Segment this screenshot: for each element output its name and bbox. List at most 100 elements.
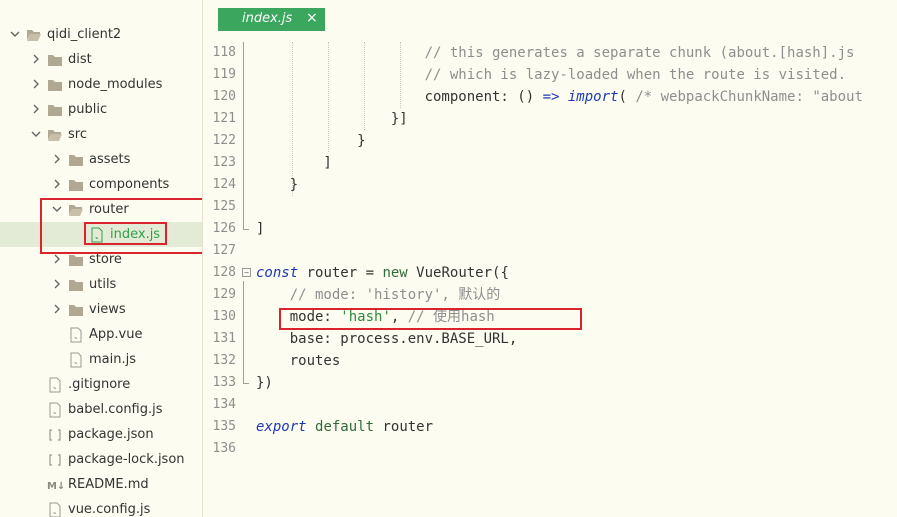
code-line[interactable]: 118 // this generates a separate chunk (… — [203, 42, 897, 64]
line-number: 122 — [212, 133, 236, 148]
file-icon — [68, 352, 84, 368]
tree-file[interactable]: babel.config.js — [0, 397, 202, 422]
tree-item-label: qidi_client2 — [47, 27, 122, 42]
tree-folder[interactable]: src — [0, 122, 202, 147]
chevron-right-icon[interactable] — [52, 179, 62, 189]
code-line[interactable]: 128− const router = new VueRouter({ — [203, 262, 897, 284]
line-number: 131 — [212, 331, 236, 346]
tree-item-label: assets — [89, 152, 131, 167]
tree-folder[interactable]: utils — [0, 272, 202, 297]
file-explorer-sidebar: qidi_client2dist node_modules public src ass… — [0, 0, 203, 517]
code-text: ] — [256, 221, 265, 237]
file-icon — [47, 502, 63, 517]
code-line[interactable]: 122 } — [203, 130, 897, 152]
code-line[interactable]: 133}) — [203, 372, 897, 394]
tree-item-label: .gitignore — [68, 377, 131, 392]
tree-item-label: index.js — [110, 227, 161, 242]
code-line[interactable]: 129 // mode: 'history', 默认的 — [203, 284, 897, 306]
line-number: 135 — [212, 419, 236, 434]
chevron-right-icon[interactable] — [52, 279, 62, 289]
line-number: 120 — [212, 89, 236, 104]
code-text: } — [256, 177, 299, 193]
chevron-right-icon[interactable] — [31, 104, 41, 114]
tree-file[interactable]: package-lock.json — [0, 447, 202, 472]
code-text: base: process.env.BASE_URL, — [256, 331, 518, 347]
tree-item-label: vue.config.js — [68, 502, 151, 517]
code-area[interactable]: 118 // this generates a separate chunk (… — [203, 42, 897, 517]
code-line[interactable]: 127 — [203, 240, 897, 262]
tree-file[interactable]: package.json — [0, 422, 202, 447]
file-icon — [47, 402, 63, 418]
line-number: 125 — [212, 199, 236, 214]
tree-folder[interactable]: public — [0, 97, 202, 122]
code-editor: index.js × 118 // this generates a separ… — [203, 0, 897, 517]
code-line[interactable]: 120 component: () => import( /* webpackC… — [203, 86, 897, 108]
tree-folder[interactable]: node_modules — [0, 72, 202, 97]
code-line[interactable]: 136 — [203, 438, 897, 460]
fold-toggle-icon[interactable]: − — [242, 268, 251, 277]
tree-file[interactable]: index.js — [0, 222, 202, 247]
folder-icon — [68, 252, 84, 268]
code-line[interactable]: 119 // which is lazy-loaded when the rou… — [203, 64, 897, 86]
tree-item-label: src — [68, 127, 87, 142]
tree-file[interactable]: main.js — [0, 347, 202, 372]
code-text: // mode: 'history', 默认的 — [289, 287, 501, 303]
tree-folder[interactable]: views — [0, 297, 202, 322]
chevron-right-icon[interactable] — [31, 79, 41, 89]
code-line[interactable]: 135 export default router — [203, 416, 897, 438]
tree-file[interactable]: App.vue — [0, 322, 202, 347]
code-line[interactable]: 126] — [203, 218, 897, 240]
chevron-right-icon[interactable] — [52, 254, 62, 264]
tree-item-label: router — [89, 202, 129, 217]
tree-file[interactable]: M↓ README.md — [0, 472, 202, 497]
tab-index-js[interactable]: index.js × — [218, 8, 325, 31]
file-icon — [68, 327, 84, 343]
tree-folder[interactable]: router — [0, 197, 202, 222]
folder-icon — [68, 152, 84, 168]
code-line[interactable]: 132 routes — [203, 350, 897, 372]
folder-icon — [68, 177, 84, 193]
tree-item-label: package-lock.json — [68, 452, 185, 467]
file-icon — [47, 377, 63, 393]
tree-folder[interactable]: qidi_client2 — [0, 22, 202, 47]
tree-file[interactable]: vue.config.js — [0, 497, 202, 517]
code-text: mode: 'hash', // 使用hash — [256, 309, 495, 325]
code-line[interactable]: 134 — [203, 394, 897, 416]
tree-item-label: utils — [89, 277, 117, 292]
line-number: 127 — [212, 243, 236, 258]
tree-folder[interactable]: components — [0, 172, 202, 197]
chevron-right-icon[interactable] — [52, 154, 62, 164]
line-number: 129 — [212, 287, 236, 302]
markdown-file-icon: M↓ — [47, 477, 63, 493]
code-line[interactable]: 130 mode: 'hash', // 使用hash — [203, 306, 897, 328]
code-text: export default router — [256, 419, 434, 435]
chevron-down-icon[interactable] — [31, 129, 41, 139]
line-number: 123 — [212, 155, 236, 170]
folder-open-icon — [26, 27, 42, 43]
tree-item-label: package.json — [68, 427, 154, 442]
close-icon[interactable]: × — [306, 10, 318, 26]
code-line[interactable]: 124 } — [203, 174, 897, 196]
chevron-down-icon[interactable] — [10, 29, 20, 39]
tree-file[interactable]: .gitignore — [0, 372, 202, 397]
line-number: 119 — [212, 67, 236, 82]
chevron-down-icon[interactable] — [52, 204, 62, 214]
code-text: // this generates a separate chunk (abou… — [424, 45, 855, 61]
tree-folder[interactable]: store — [0, 247, 202, 272]
code-line[interactable]: 131 base: process.env.BASE_URL, — [203, 328, 897, 350]
code-line[interactable]: 123 ] — [203, 152, 897, 174]
code-text: // which is lazy-loaded when the route i… — [424, 67, 847, 83]
tree-item-label: README.md — [68, 477, 149, 492]
chevron-right-icon[interactable] — [52, 304, 62, 314]
tree-item-label: main.js — [89, 352, 136, 367]
folder-icon — [68, 277, 84, 293]
code-line[interactable]: 121 }] — [203, 108, 897, 130]
code-line[interactable]: 125 — [203, 196, 897, 218]
tree-folder[interactable]: assets — [0, 147, 202, 172]
line-number: 126 — [212, 221, 236, 236]
svg-text:M↓: M↓ — [47, 481, 63, 492]
chevron-right-icon[interactable] — [31, 54, 41, 64]
tree-folder[interactable]: dist — [0, 47, 202, 72]
folder-open-icon — [47, 127, 63, 143]
folder-icon — [47, 77, 63, 93]
